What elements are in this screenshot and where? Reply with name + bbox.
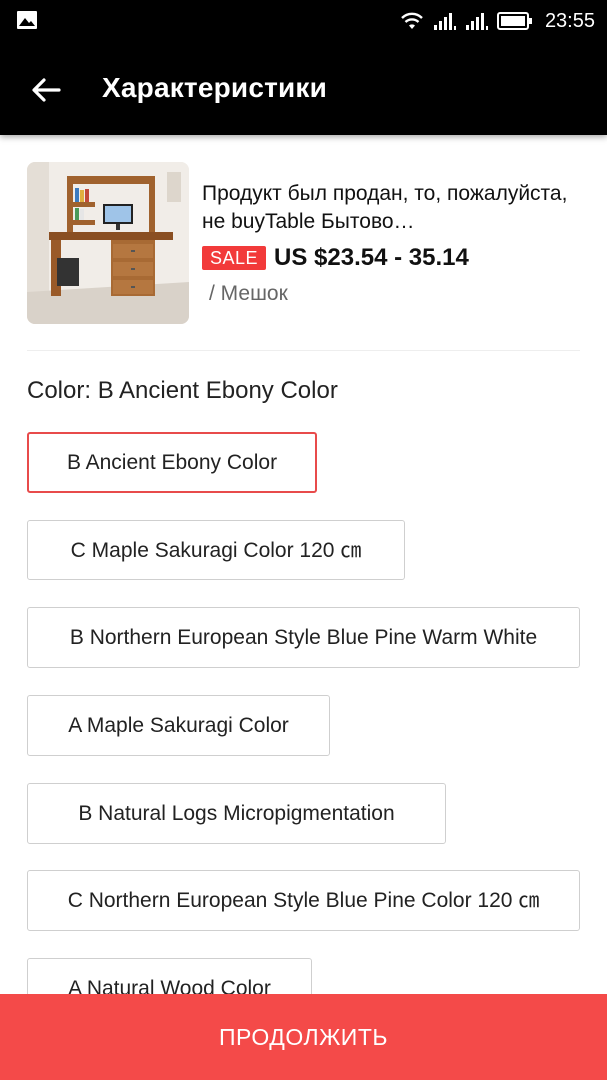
back-button[interactable] <box>24 68 68 112</box>
option-label: B Northern European Style Blue Pine Warm… <box>69 626 538 649</box>
color-option-a-maple-sakuragi[interactable]: A Maple Sakuragi Color <box>27 695 330 756</box>
price-row: SALE US $23.54 - 35.14 <box>202 244 469 272</box>
image-notification-icon <box>17 11 37 29</box>
color-option-b-natural-logs[interactable]: B Natural Logs Micropigmentation <box>27 783 446 844</box>
app-bar: Характеристики <box>0 44 607 135</box>
color-option-c-northern-european-120[interactable]: C Northern European Style Blue Pine Colo… <box>27 870 580 931</box>
color-option-b-northern-european-warm-white[interactable]: B Northern European Style Blue Pine Warm… <box>27 607 580 668</box>
product-price: US $23.54 - 35.14 <box>274 244 469 271</box>
page-title: Характеристики <box>102 72 328 103</box>
option-label: C Maple Sakuragi Color 120 ㎝ <box>70 538 362 562</box>
clock: 23:55 <box>544 9 595 32</box>
divider <box>27 350 580 351</box>
wifi-icon <box>401 12 423 29</box>
signal-strength-icon <box>433 13 456 30</box>
continue-button-label: ПРОДОЛЖИТЬ <box>219 1023 388 1050</box>
battery-icon <box>496 12 532 30</box>
product-thumbnail <box>27 162 189 324</box>
signal-strength-icon-2 <box>465 13 488 30</box>
option-label: B Natural Logs Micropigmentation <box>78 802 395 825</box>
product-summary: Продукт был продан, то, пожалуйста, не b… <box>27 162 580 324</box>
status-bar: 23:55 <box>0 0 607 44</box>
price-unit: / Мешок <box>209 282 288 305</box>
color-option-b-ancient-ebony[interactable]: B Ancient Ebony Color <box>27 432 317 493</box>
option-label: C Northern European Style Blue Pine Colo… <box>67 889 540 912</box>
sale-badge: SALE <box>202 246 267 270</box>
option-label: B Ancient Ebony Color <box>66 451 278 474</box>
color-option-c-maple-sakuragi-120[interactable]: C Maple Sakuragi Color 120 ㎝ <box>27 520 405 580</box>
arrow-left-icon <box>32 78 61 102</box>
option-label: A Maple Sakuragi Color <box>68 714 289 737</box>
product-title: Продукт был продан, то, пожалуйста, не b… <box>202 182 568 233</box>
selected-color-label: Color: B Ancient Ebony Color <box>27 377 338 404</box>
continue-button[interactable]: ПРОДОЛЖИТЬ <box>0 994 607 1080</box>
